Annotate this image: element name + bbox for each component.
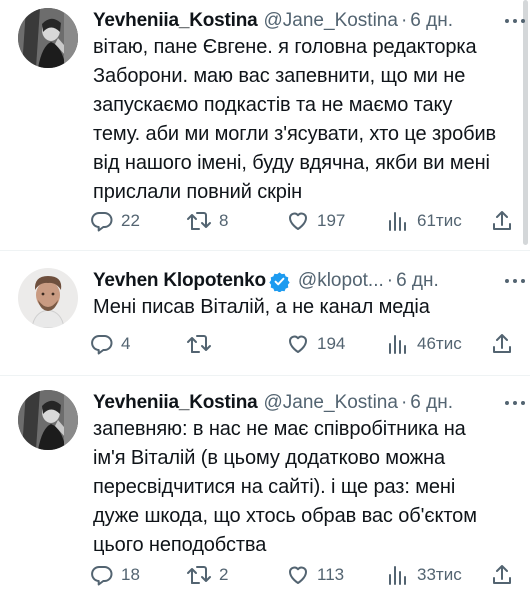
repost-count: 8 bbox=[219, 211, 229, 230]
tweet[interactable]: Yevhen Klopotenko @klopot... · 6 дн. Мен… bbox=[0, 260, 530, 370]
tweet-thread: Yevheniia_Kostina @Jane_Kostina · 6 дн. … bbox=[0, 0, 530, 600]
views-button[interactable]: 61тис bbox=[386, 208, 462, 234]
like-count: 194 bbox=[317, 334, 346, 353]
avatar[interactable] bbox=[18, 8, 78, 68]
avatar[interactable] bbox=[18, 390, 78, 450]
tweet[interactable]: Yevheniia_Kostina @Jane_Kostina · 6 дн. … bbox=[0, 382, 530, 600]
reply-icon bbox=[90, 209, 114, 233]
reply-icon bbox=[90, 563, 114, 587]
timestamp[interactable]: 6 дн. bbox=[410, 390, 453, 416]
timestamp[interactable]: 6 дн. bbox=[396, 268, 439, 294]
reply-button[interactable]: 22 bbox=[90, 208, 140, 234]
tweet-header: Yevheniia_Kostina @Jane_Kostina · 6 дн. bbox=[93, 8, 516, 34]
tweet-text: Мені писав Віталій, а не канал медіа bbox=[93, 296, 430, 318]
reply-count: 4 bbox=[121, 334, 131, 353]
repost-icon bbox=[186, 332, 212, 356]
like-button[interactable]: 194 bbox=[286, 331, 345, 357]
heart-icon bbox=[286, 209, 310, 233]
more-icon[interactable] bbox=[504, 274, 526, 288]
reply-icon bbox=[90, 332, 114, 356]
repost-count: 2 bbox=[219, 565, 229, 584]
reply-button[interactable]: 18 bbox=[90, 562, 140, 588]
reply-button[interactable]: 4 bbox=[90, 331, 130, 357]
divider bbox=[0, 375, 530, 376]
tweet-text: вітаю, пане Євгене. я головна редакторка… bbox=[93, 36, 497, 203]
author-handle[interactable]: @klopot... bbox=[298, 268, 384, 294]
like-button[interactable]: 197 bbox=[286, 208, 345, 234]
share-icon bbox=[490, 209, 514, 233]
tweet-text: запевняю: в нас не має співробітника на … bbox=[93, 418, 477, 556]
views-count: 46тис bbox=[417, 334, 462, 353]
share-icon bbox=[490, 332, 514, 356]
share-button[interactable] bbox=[490, 562, 514, 588]
views-button[interactable]: 33тис bbox=[386, 562, 462, 588]
author-name[interactable]: Yevheniia_Kostina bbox=[93, 8, 258, 34]
author-name[interactable]: Yevhen Klopotenko bbox=[93, 268, 266, 294]
like-count: 113 bbox=[317, 565, 345, 584]
heart-icon bbox=[286, 332, 310, 356]
more-icon[interactable] bbox=[504, 396, 526, 410]
views-count: 33тис bbox=[417, 565, 462, 584]
reply-count: 22 bbox=[121, 211, 140, 230]
share-button[interactable] bbox=[490, 208, 514, 234]
tweet-header: Yevhen Klopotenko @klopot... · 6 дн. bbox=[93, 268, 516, 294]
author-handle[interactable]: @Jane_Kostina bbox=[264, 8, 398, 34]
verified-badge-icon bbox=[269, 271, 290, 293]
tweet-actions: 22 8 197 61тис bbox=[90, 208, 520, 234]
views-count: 61тис bbox=[417, 211, 462, 230]
avatar[interactable] bbox=[18, 268, 78, 328]
more-icon[interactable] bbox=[504, 14, 526, 28]
tweet[interactable]: Yevheniia_Kostina @Jane_Kostina · 6 дн. … bbox=[0, 0, 530, 245]
repost-button[interactable]: 8 bbox=[186, 208, 228, 234]
separator-dot: · bbox=[386, 270, 394, 291]
separator-dot: · bbox=[400, 392, 408, 413]
like-count: 197 bbox=[317, 211, 346, 230]
share-button[interactable] bbox=[490, 331, 514, 357]
repost-icon bbox=[186, 209, 212, 233]
repost-icon bbox=[186, 563, 212, 587]
views-button[interactable]: 46тис bbox=[386, 331, 462, 357]
repost-button[interactable]: 2 bbox=[186, 562, 228, 588]
reply-count: 18 bbox=[121, 565, 140, 584]
tweet-header: Yevheniia_Kostina @Jane_Kostina · 6 дн. bbox=[93, 390, 516, 416]
views-icon bbox=[386, 563, 410, 587]
author-handle[interactable]: @Jane_Kostina bbox=[264, 390, 398, 416]
heart-icon bbox=[286, 563, 310, 587]
separator-dot: · bbox=[400, 10, 408, 31]
divider bbox=[0, 250, 530, 251]
share-icon bbox=[490, 563, 514, 587]
author-name[interactable]: Yevheniia_Kostina bbox=[93, 390, 258, 416]
views-icon bbox=[386, 209, 410, 233]
like-button[interactable]: 113 bbox=[286, 562, 344, 588]
views-icon bbox=[386, 332, 410, 356]
tweet-actions: 4 194 46тис bbox=[90, 331, 520, 357]
repost-button[interactable] bbox=[186, 331, 219, 357]
tweet-actions: 18 2 113 33тис bbox=[90, 562, 520, 588]
timestamp[interactable]: 6 дн. bbox=[410, 8, 453, 34]
